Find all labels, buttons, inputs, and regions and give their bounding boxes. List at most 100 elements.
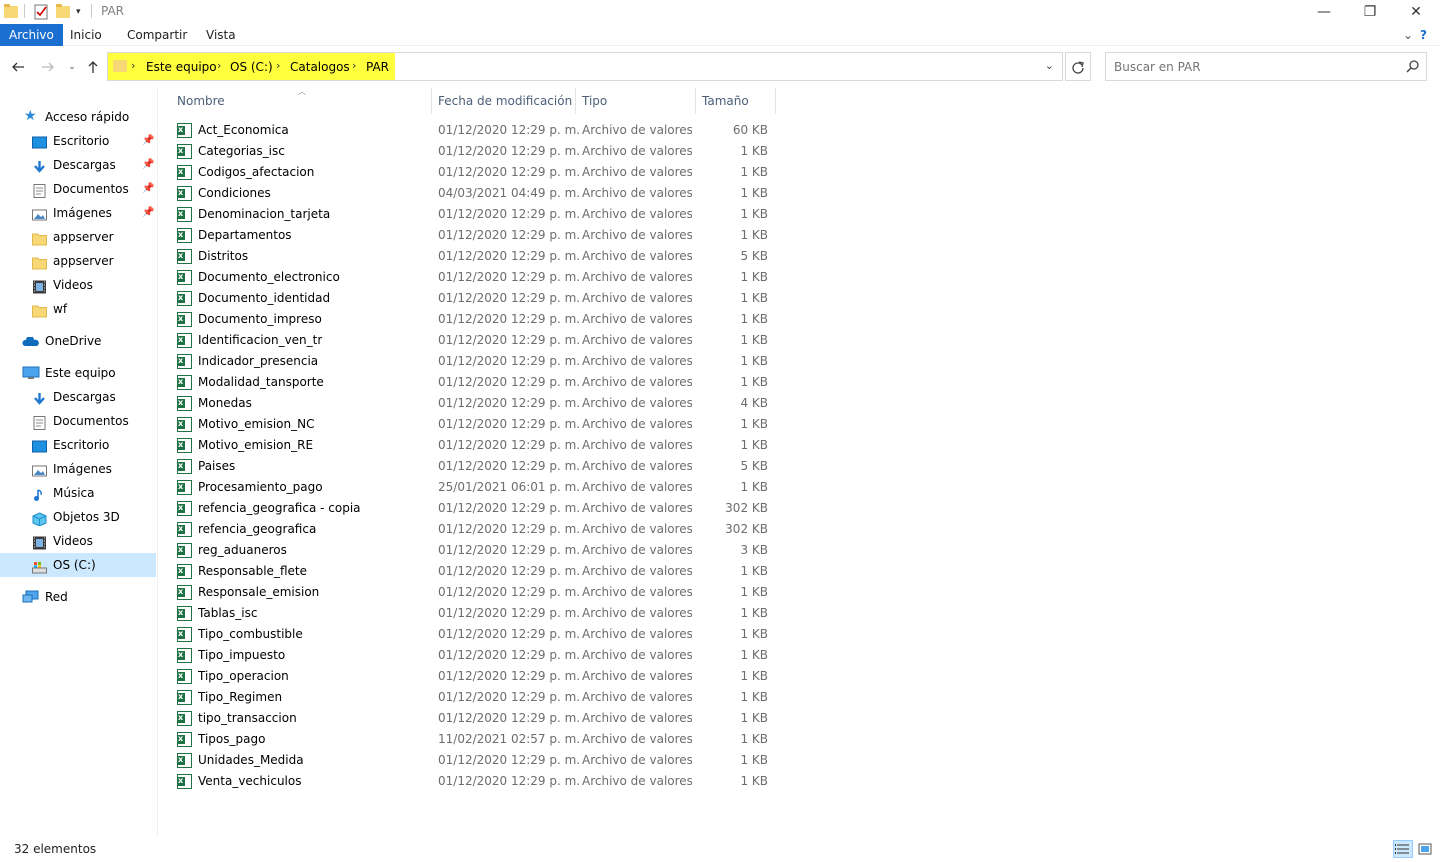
pin-icon[interactable]: 📌: [142, 129, 154, 153]
close-button[interactable]: ✕: [1393, 0, 1439, 24]
chevron-right-icon: ›: [131, 59, 136, 72]
excel-csv-file-icon: [177, 333, 192, 348]
file-row[interactable]: tipo_transaccion 01/12/2020 12:29 p. m.Ar…: [177, 708, 777, 729]
search-icon[interactable]: [1406, 59, 1420, 76]
pin-icon[interactable]: 📌: [142, 153, 154, 177]
nav-item-wf[interactable]: wf: [32, 297, 156, 321]
file-row[interactable]: Venta_vechiculos 01/12/2020 12:29 p. m.Ar…: [177, 771, 777, 792]
column-header-fecha[interactable]: Fecha de modificación: [438, 88, 572, 114]
file-row[interactable]: Condiciones 04/03/2021 04:49 p. m.Archivo…: [177, 183, 777, 204]
nav-item-videos[interactable]: Videos: [32, 273, 156, 297]
breadcrumb-par[interactable]: PAR: [366, 60, 389, 74]
file-row[interactable]: refencia_geografica 01/12/2020 12:29 p. m…: [177, 519, 777, 540]
column-divider[interactable]: [775, 88, 776, 114]
file-row[interactable]: Monedas 01/12/2020 12:29 p. m.Archivo de …: [177, 393, 777, 414]
column-divider[interactable]: [695, 88, 696, 114]
tab-compartir[interactable]: Compartir: [118, 24, 196, 46]
up-arrow-icon[interactable]: [85, 59, 101, 75]
download-icon: [32, 390, 47, 405]
new-folder-icon[interactable]: [56, 4, 70, 20]
file-row[interactable]: Tablas_isc 01/12/2020 12:29 p. m.Archivo …: [177, 603, 777, 624]
chevron-down-icon[interactable]: ⌄: [1045, 59, 1054, 72]
file-row[interactable]: Tipo_Regimen 01/12/2020 12:29 p. m.Archiv…: [177, 687, 777, 708]
file-row[interactable]: Documento_impreso 01/12/2020 12:29 p. m.A…: [177, 309, 777, 330]
file-row[interactable]: Identificacion_ven_tr 01/12/2020 12:29 p.…: [177, 330, 777, 351]
documents-icon: [32, 182, 47, 198]
breadcrumb-catalogos[interactable]: Catalogos: [290, 60, 350, 74]
desktop-icon: [32, 134, 47, 149]
file-row[interactable]: Categorias_isc 01/12/2020 12:29 p. m.Arch…: [177, 141, 777, 162]
column-header-tipo[interactable]: Tipo: [582, 88, 607, 114]
tab-vista[interactable]: Vista: [197, 24, 245, 46]
restore-button[interactable]: ❐: [1347, 0, 1393, 24]
file-row[interactable]: Codigos_afectacion 01/12/2020 12:29 p. m.…: [177, 162, 777, 183]
file-row[interactable]: Tipo_operacion 01/12/2020 12:29 p. m.Arch…: [177, 666, 777, 687]
nav-item-documentos[interactable]: Documentos 📌: [32, 177, 156, 201]
file-date: 01/12/2020 12:29 p. m.: [438, 165, 581, 179]
file-size: 5 KB: [740, 249, 768, 263]
file-row[interactable]: Tipo_combustible 01/12/2020 12:29 p. m.Ar…: [177, 624, 777, 645]
help-icon[interactable]: ?: [1416, 24, 1431, 46]
file-row[interactable]: Procesamiento_pago 25/01/2021 06:01 p. m.…: [177, 477, 777, 498]
column-divider[interactable]: [575, 88, 576, 114]
address-bar[interactable]: › Este equipo › OS (C:) › Catalogos › PA…: [107, 52, 1063, 81]
item-count: 32 elementos: [14, 842, 97, 856]
excel-csv-file-icon: [177, 711, 192, 726]
file-row[interactable]: Documento_electronico 01/12/2020 12:29 p.…: [177, 267, 777, 288]
tab-inicio[interactable]: Inicio: [61, 24, 111, 46]
nav-item-os-c[interactable]: OS (C:): [0, 553, 156, 577]
nav-item-escritorio[interactable]: Escritorio 📌: [32, 129, 156, 153]
file-row[interactable]: Documento_identidad 01/12/2020 12:29 p. m…: [177, 288, 777, 309]
forward-arrow-icon[interactable]: [40, 59, 56, 75]
nav-item-imagenes[interactable]: Imágenes 📌: [32, 201, 156, 225]
file-row[interactable]: Distritos 01/12/2020 12:29 p. m.Archivo d…: [177, 246, 777, 267]
column-divider[interactable]: [431, 88, 432, 114]
search-input[interactable]: [1106, 53, 1396, 80]
file-row[interactable]: Tipos_pago 11/02/2021 02:57 p. m.Archivo …: [177, 729, 777, 750]
breadcrumb-este-equipo[interactable]: Este equipo: [146, 60, 217, 74]
file-row[interactable]: Responsable_flete 01/12/2020 12:29 p. m.A…: [177, 561, 777, 582]
properties-icon[interactable]: [33, 4, 49, 20]
file-name: Responsale_emision: [198, 585, 320, 599]
file-row[interactable]: Act_Economica 01/12/2020 12:29 p. m.Archi…: [177, 120, 777, 141]
nav-item-appserver[interactable]: appserver: [32, 249, 156, 273]
file-name: refencia_geografica - copia: [198, 501, 361, 515]
tab-archivo[interactable]: Archivo: [0, 24, 63, 46]
pin-icon[interactable]: 📌: [142, 177, 154, 201]
pin-icon[interactable]: 📌: [142, 201, 154, 225]
pictures-icon: [32, 462, 47, 477]
nav-item-descargas[interactable]: Descargas 📌: [32, 153, 156, 177]
search-box[interactable]: [1105, 52, 1427, 81]
file-row[interactable]: Motivo_emision_RE 01/12/2020 12:29 p. m.A…: [177, 435, 777, 456]
nav-item-appserver[interactable]: appserver: [32, 225, 156, 249]
file-row[interactable]: Tipo_impuesto 01/12/2020 12:29 p. m.Archi…: [177, 645, 777, 666]
file-row[interactable]: reg_aduaneros 01/12/2020 12:29 p. m.Archi…: [177, 540, 777, 561]
excel-csv-file-icon: [177, 480, 192, 495]
column-header-tamano[interactable]: Tamaño: [702, 88, 749, 114]
file-row[interactable]: Denominacion_tarjeta 01/12/2020 12:29 p. …: [177, 204, 777, 225]
file-row[interactable]: Unidades_Medida 01/12/2020 12:29 p. m.Arc…: [177, 750, 777, 771]
file-date: 25/01/2021 06:01 p. m.: [438, 480, 581, 494]
recent-locations-icon[interactable]: ⌄: [64, 59, 80, 75]
back-arrow-icon[interactable]: [10, 59, 26, 75]
large-icons-view-button[interactable]: [1415, 840, 1435, 858]
file-row[interactable]: Motivo_emision_NC 01/12/2020 12:29 p. m.A…: [177, 414, 777, 435]
file-size: 1 KB: [740, 417, 768, 431]
file-row[interactable]: refencia_geografica - copia 01/12/2020 12…: [177, 498, 777, 519]
breadcrumb-os-c[interactable]: OS (C:): [230, 60, 273, 74]
column-header-nombre[interactable]: Nombre: [177, 88, 225, 114]
minimize-button[interactable]: —: [1301, 0, 1347, 24]
file-row[interactable]: Departamentos 01/12/2020 12:29 p. m.Archi…: [177, 225, 777, 246]
file-row[interactable]: Responsale_emision 01/12/2020 12:29 p. m.…: [177, 582, 777, 603]
file-row[interactable]: Modalidad_tansporte 01/12/2020 12:29 p. m…: [177, 372, 777, 393]
file-date: 01/12/2020 12:29 p. m.: [438, 627, 581, 641]
details-view-button[interactable]: [1393, 840, 1413, 858]
file-date: 01/12/2020 12:29 p. m.: [438, 606, 581, 620]
nav-label: Acceso rápido: [45, 110, 130, 124]
file-name: Monedas: [198, 396, 252, 410]
customize-toolbar-icon[interactable]: ▾: [76, 4, 81, 20]
file-row[interactable]: Paises 01/12/2020 12:29 p. m.Archivo de v…: [177, 456, 777, 477]
excel-csv-file-icon: [177, 753, 192, 768]
refresh-button[interactable]: [1065, 52, 1091, 81]
file-row[interactable]: Indicador_presencia 01/12/2020 12:29 p. m…: [177, 351, 777, 372]
